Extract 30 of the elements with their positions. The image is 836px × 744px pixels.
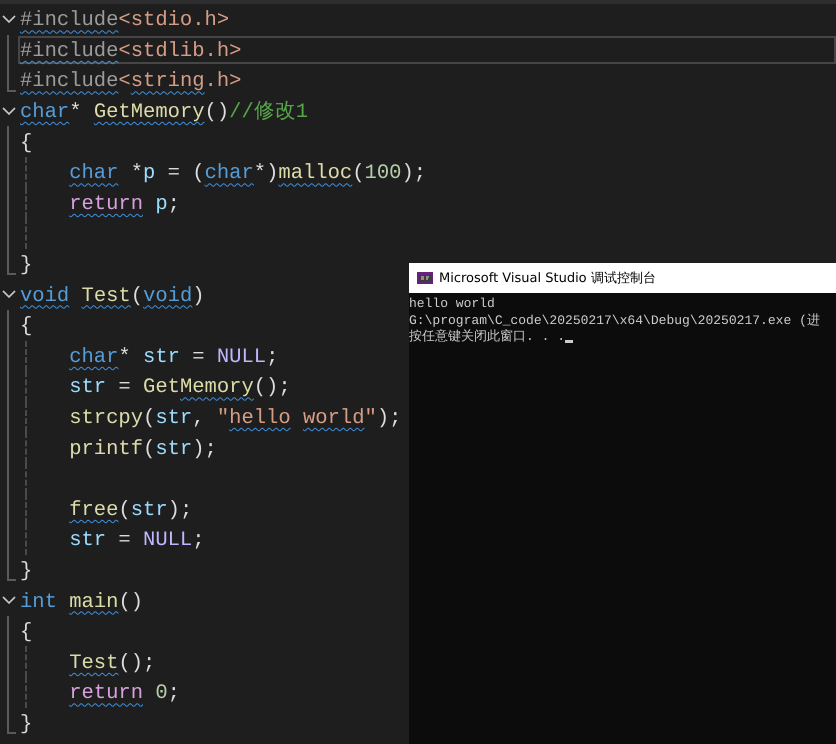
fold-chevron-icon[interactable] [2, 106, 16, 116]
code-line: #include<string.h> [19, 69, 242, 94]
code-line: } [19, 712, 34, 737]
console-app-icon [417, 272, 433, 284]
fold-chevron-icon[interactable] [2, 15, 16, 24]
code-line: strcpy(str, "hello world"); [68, 406, 402, 432]
fold-chevron-icon[interactable] [2, 290, 16, 300]
code-line: int main() [19, 590, 144, 615]
code-line: #include<stdio.h> [19, 8, 230, 34]
code-line: { [19, 620, 34, 646]
code-line: } [19, 558, 34, 584]
code-line: Test(); [68, 650, 156, 676]
code-line: printf(str); [68, 436, 218, 462]
code-line: } [19, 253, 34, 278]
code-line: char *p = (char*)malloc(100); [68, 161, 428, 186]
console-output-line: G:\program\C_code\20250217\x64\Debug\20250217.exe (进 [409, 312, 820, 329]
code-line: void Test(void) [19, 284, 206, 309]
code-line: return 0; [68, 681, 181, 706]
code-line: char* str = NULL; [68, 344, 280, 370]
fold-chevron-icon[interactable] [2, 596, 16, 606]
console-title: Microsoft Visual Studio 调试控制台 [439, 270, 656, 287]
code-line: str = NULL; [68, 528, 206, 554]
code-line: return p; [68, 192, 181, 217]
console-output-line: hello world [409, 296, 495, 312]
code-line: char* GetMemory()//修改1 [19, 100, 310, 126]
code-line: str = GetMemory(); [68, 375, 292, 400]
code-line: { [19, 314, 34, 340]
console-output-line: 按任意键关闭此窗口. . . [409, 329, 566, 346]
code-line: { [19, 130, 34, 156]
code-line: free(str); [68, 498, 194, 523]
